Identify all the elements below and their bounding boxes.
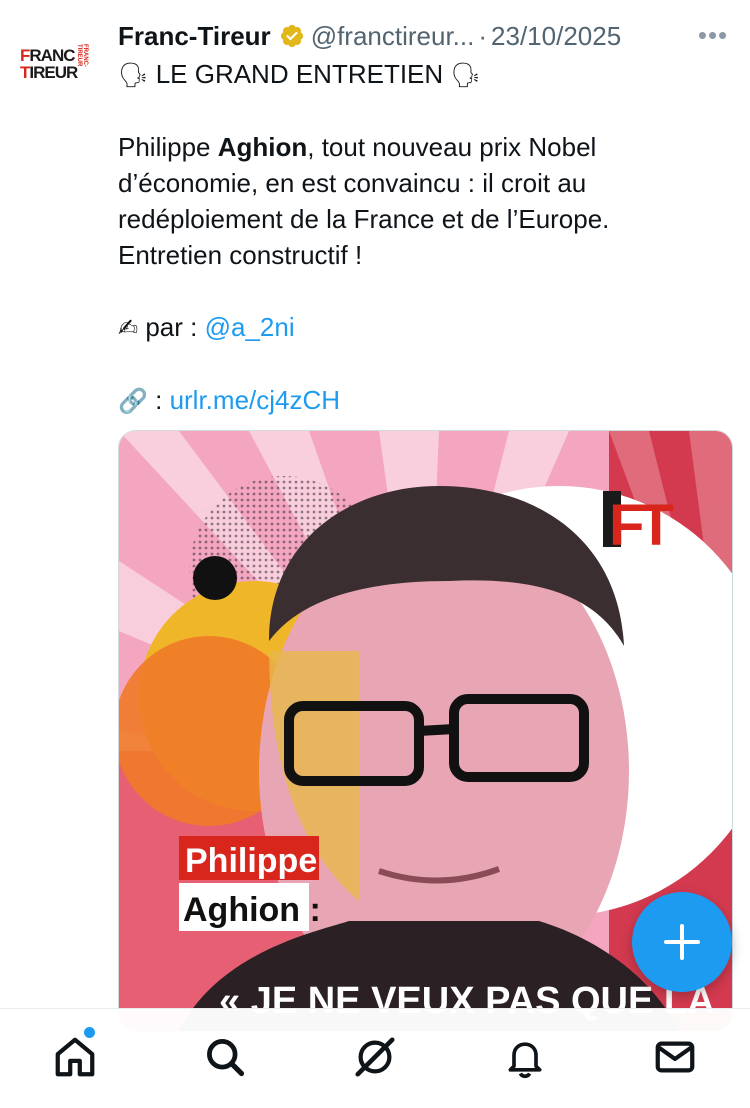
media-name-line2: Aghion : — [183, 891, 321, 929]
mention-link[interactable]: @a_2ni — [205, 312, 295, 342]
article-link-line: 🔗 : urlr.me/cj4zCH — [118, 385, 341, 415]
svg-text:FT: FT — [609, 493, 673, 558]
tweet-body: Philippe Aghion, tout nouveau prix Nobel… — [118, 132, 610, 270]
search-icon — [207, 1039, 245, 1077]
tweet-date[interactable]: 23/10/2025 — [491, 21, 621, 52]
separator-dot: · — [478, 20, 488, 51]
tweet-text: 🗣 LE GRAND ENTRETIEN 🗣 Philippe Aghion, … — [118, 56, 718, 419]
headline: 🗣 LE GRAND ENTRETIEN 🗣 — [118, 59, 481, 89]
author-avatar[interactable]: FRANC TIREUR FRANC-TIREUR — [20, 40, 88, 88]
author-credit: ✍ par : @a_2ni — [118, 312, 295, 342]
tab-notifications[interactable] — [485, 1021, 565, 1093]
bell-icon — [508, 1042, 542, 1079]
verified-badge-icon — [280, 24, 303, 48]
author-name[interactable]: Franc-Tireur — [118, 21, 271, 52]
more-options-icon[interactable]: ••• — [696, 20, 730, 51]
mail-icon — [655, 1041, 695, 1073]
grok-icon — [355, 1037, 395, 1077]
home-notification-dot — [84, 1027, 95, 1038]
bold-name: Aghion — [217, 132, 308, 162]
tweet-header: Franc-Tireur @franctireur... · 23/10/202… — [118, 18, 738, 54]
writing-hand-icon: ✍ — [118, 314, 139, 342]
speaking-head-icon: 🗣 — [450, 61, 481, 89]
tab-messages[interactable] — [635, 1021, 715, 1093]
bottom-tab-bar — [0, 1008, 750, 1108]
media-name-line1: Philippe — [185, 842, 317, 880]
ft-logo: FT — [603, 491, 679, 558]
plus-icon — [664, 924, 700, 960]
speaking-head-icon: 🗣 — [118, 61, 149, 89]
author-handle[interactable]: @franctireur... — [311, 21, 475, 52]
article-link[interactable]: urlr.me/cj4zCH — [170, 385, 340, 415]
tab-grok[interactable] — [335, 1021, 415, 1093]
tab-search[interactable] — [185, 1021, 265, 1093]
link-icon: 🔗 — [118, 387, 148, 415]
avatar-logo-side: FRANC-TIREUR — [76, 44, 88, 67]
tab-home[interactable] — [35, 1021, 115, 1093]
compose-button[interactable] — [632, 892, 732, 992]
home-icon — [55, 1037, 95, 1077]
